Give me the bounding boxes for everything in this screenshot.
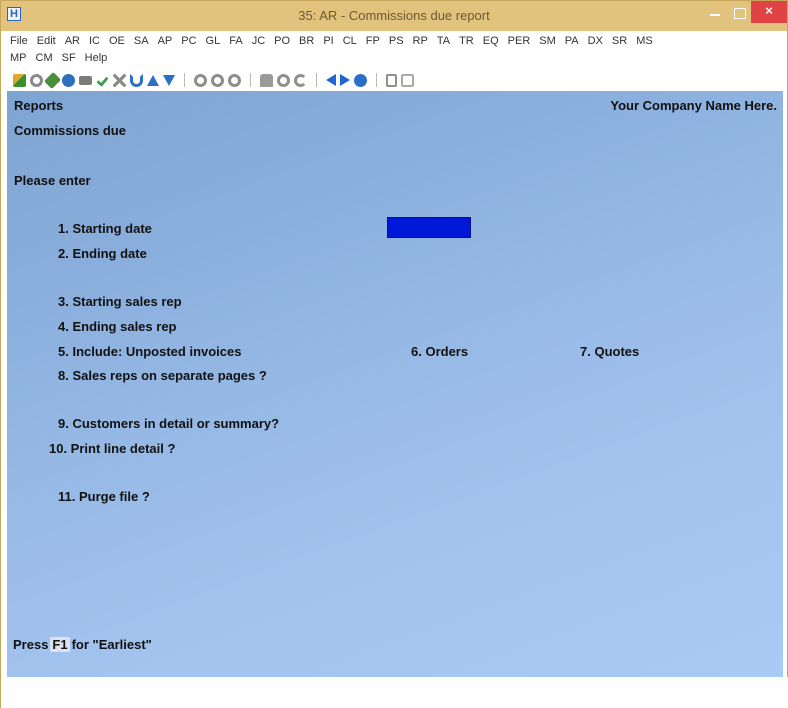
title-bar[interactable]: H 35: AR - Commissions due report × <box>1 1 787 31</box>
menu-eq[interactable]: EQ <box>483 34 499 51</box>
forward-icon[interactable] <box>340 74 350 86</box>
field-2-label: 2. Ending date <box>58 246 147 261</box>
footer-hint-text: for "Earliest" <box>71 637 152 652</box>
menu-tr[interactable]: TR <box>459 34 474 51</box>
field-11-label: 11. Purge file ? <box>58 489 150 504</box>
print-icon[interactable] <box>79 75 92 85</box>
menu-rp[interactable]: RP <box>413 34 428 51</box>
menu-pc[interactable]: PC <box>181 34 196 51</box>
cancel-icon[interactable] <box>30 73 43 87</box>
menu-ic[interactable]: IC <box>89 34 100 51</box>
menu-cm[interactable]: CM <box>36 51 53 68</box>
field-9-label: 9. Customers in detail or summary? <box>58 416 280 431</box>
menu-ps[interactable]: PS <box>389 34 404 51</box>
settings-icon[interactable] <box>62 73 75 87</box>
tools-icon[interactable] <box>44 71 61 89</box>
menu-edit[interactable]: Edit <box>37 34 56 51</box>
menu-dx[interactable]: DX <box>588 34 603 51</box>
menu-ta[interactable]: TA <box>437 34 450 51</box>
menu-file[interactable]: File <box>10 34 28 51</box>
first-icon[interactable] <box>194 73 207 87</box>
toolbar-divider <box>250 73 251 87</box>
menu-row-1: File Edit AR IC OE SA AP PC GL FA JC PO … <box>10 34 781 51</box>
menu-fa[interactable]: FA <box>229 34 242 51</box>
down-arrow-icon[interactable] <box>163 74 175 86</box>
menu-sf[interactable]: SF <box>62 51 76 68</box>
refresh-icon[interactable] <box>294 73 307 87</box>
find-icon[interactable] <box>260 73 273 87</box>
prompt-heading: Please enter <box>14 173 91 188</box>
menu-ar[interactable]: AR <box>65 34 80 51</box>
previous-icon[interactable] <box>211 73 224 87</box>
menu-sa[interactable]: SA <box>134 34 149 51</box>
menu-per[interactable]: PER <box>508 34 531 51</box>
report-title: Commissions due <box>14 123 126 138</box>
field-4-label: 4. Ending sales rep <box>58 319 177 334</box>
menu-row-2: MP CM SF Help <box>10 51 781 68</box>
menu-help[interactable]: Help <box>85 51 108 68</box>
menu-fp[interactable]: FP <box>366 34 380 51</box>
company-name: Your Company Name Here. <box>610 98 777 113</box>
accept-icon[interactable] <box>13 73 26 87</box>
menu-ap[interactable]: AP <box>158 34 173 51</box>
undo-icon[interactable] <box>130 73 143 87</box>
menu-gl[interactable]: GL <box>206 34 221 51</box>
maximize-icon[interactable] <box>729 5 749 27</box>
up-arrow-icon[interactable] <box>147 74 159 86</box>
window-title: 35: AR - Commissions due report <box>298 8 490 23</box>
back-icon[interactable] <box>326 74 336 86</box>
field-7-label: 7. Quotes <box>580 344 640 359</box>
field-1-label: 1. Starting date <box>58 221 152 236</box>
zoom-icon[interactable] <box>277 73 290 87</box>
calculator-icon[interactable] <box>386 73 397 87</box>
field-3-label: 3. Starting sales rep <box>58 294 182 309</box>
field-8-label: 8. Sales reps on separate pages ? <box>58 368 267 383</box>
f1-key: F1 <box>50 637 70 652</box>
minimize-icon[interactable] <box>704 5 726 27</box>
module-heading: Reports <box>14 98 64 113</box>
menu-ms[interactable]: MS <box>636 34 653 51</box>
app-window: H 35: AR - Commissions due report × File… <box>0 0 788 708</box>
bottom-strip <box>1 677 788 708</box>
starting-date-input[interactable] <box>387 217 471 238</box>
menu-bar: File Edit AR IC OE SA AP PC GL FA JC PO … <box>1 31 787 69</box>
menu-oe[interactable]: OE <box>109 34 125 51</box>
menu-sm[interactable]: SM <box>539 34 556 51</box>
toolbar <box>1 69 787 89</box>
menu-jc[interactable]: JC <box>252 34 265 51</box>
menu-po[interactable]: PO <box>274 34 290 51</box>
toolbar-divider <box>316 73 317 87</box>
field-5-label: 5. Include: Unposted invoices <box>58 344 242 359</box>
next-icon[interactable] <box>228 73 241 87</box>
toolbar-divider <box>376 73 377 87</box>
field-6-label: 6. Orders <box>411 344 469 359</box>
notes-icon[interactable] <box>401 73 414 87</box>
delete-icon[interactable] <box>113 73 126 87</box>
menu-mp[interactable]: MP <box>10 51 27 68</box>
footer-hint: Press F1 for "Earliest" <box>13 637 152 652</box>
footer-press: Press <box>13 637 49 652</box>
close-icon[interactable]: × <box>751 1 787 23</box>
toolbar-divider <box>184 73 185 87</box>
menu-cl[interactable]: CL <box>343 34 357 51</box>
menu-br[interactable]: BR <box>299 34 314 51</box>
help-icon[interactable] <box>354 73 367 87</box>
menu-pi[interactable]: PI <box>323 34 333 51</box>
field-10-label: 10. Print line detail ? <box>49 441 176 456</box>
report-form: Reports Your Company Name Here. Commissi… <box>7 91 783 677</box>
menu-pa[interactable]: PA <box>565 34 579 51</box>
check-icon[interactable] <box>96 73 109 87</box>
menu-sr[interactable]: SR <box>612 34 627 51</box>
